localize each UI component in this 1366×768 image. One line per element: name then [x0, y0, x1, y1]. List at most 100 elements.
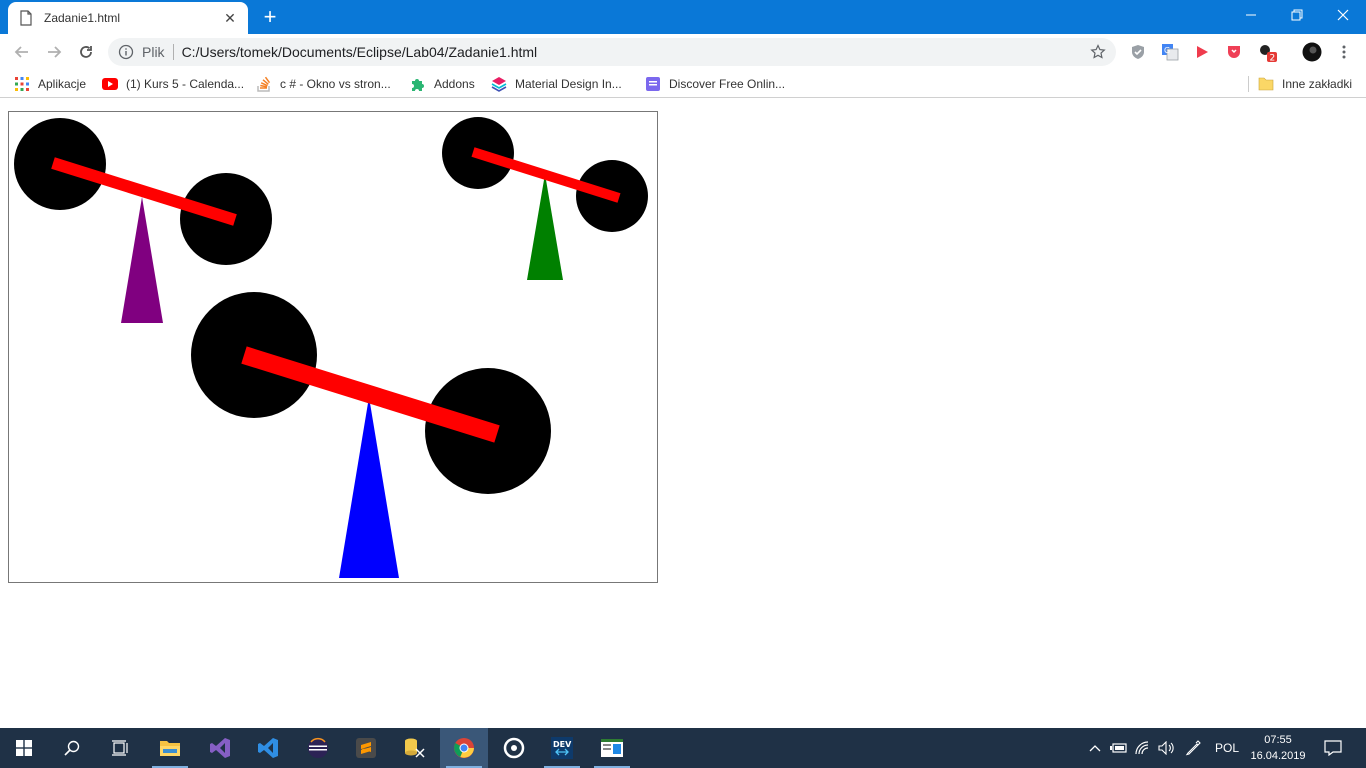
restore-icon [1291, 9, 1303, 21]
folder-icon [1258, 76, 1274, 92]
wifi-tray[interactable] [1132, 728, 1154, 768]
bookmark-label: c # - Okno vs stron... [280, 77, 391, 91]
profile-avatar[interactable] [1302, 42, 1322, 62]
title-bar: Zadanie1.html ✕ + [0, 0, 1366, 34]
extension-badge: 2 [1270, 54, 1276, 63]
bookmark-label: Addons [434, 77, 475, 91]
volume-tray[interactable] [1156, 728, 1178, 768]
scheme-label: Plik [142, 44, 165, 60]
fulcrum-purple [121, 197, 163, 323]
kebab-menu-icon [1342, 45, 1346, 59]
taskbar-db-tool[interactable] [390, 728, 438, 768]
battery-tray[interactable] [1108, 728, 1130, 768]
wifi-icon [1135, 741, 1149, 755]
pocket-icon [1228, 46, 1240, 58]
forward-button[interactable] [42, 40, 66, 64]
action-center-button[interactable] [1318, 728, 1348, 768]
bookmark-label: Aplikacje [38, 77, 87, 91]
puzzle-icon [410, 76, 426, 92]
arrow-left-icon [14, 46, 28, 58]
svg-text:DEV: DEV [553, 740, 572, 749]
translate-extension[interactable]: G [1160, 42, 1180, 62]
taskbar-devexpress[interactable]: DEV [538, 728, 586, 768]
bookmark-stackoverflow[interactable]: c # - Okno vs stron... [256, 75, 391, 93]
tab-title: Zadanie1.html [44, 11, 121, 25]
bookmark-addons[interactable]: Addons [410, 75, 475, 93]
page-content [0, 103, 1366, 728]
play-arrow-icon [1197, 46, 1208, 58]
pen-tray[interactable] [1182, 728, 1204, 768]
new-tab-button[interactable]: + [258, 6, 282, 30]
folder-icon [160, 741, 180, 756]
search-button[interactable] [48, 728, 96, 768]
drawing-canvas [8, 111, 658, 583]
bookmark-other-folder[interactable]: Inne zakładki [1258, 75, 1352, 93]
vscode-icon [258, 738, 278, 758]
minimize-icon [1246, 14, 1256, 16]
taskbar-vscode[interactable] [244, 728, 292, 768]
menu-button[interactable] [1334, 42, 1354, 62]
bookmark-discover[interactable]: Discover Free Onlin... [645, 75, 785, 93]
reload-button[interactable] [74, 40, 98, 64]
pocket-extension[interactable] [1224, 42, 1244, 62]
fulcrum-green [527, 174, 563, 280]
address-separator [172, 44, 174, 60]
close-window-button[interactable] [1320, 0, 1366, 30]
language-indicator[interactable]: POL [1210, 728, 1244, 768]
seesaw-scene [14, 117, 648, 578]
bookmark-aplikacje[interactable]: Aplikacje [14, 75, 86, 93]
restore-button[interactable] [1274, 0, 1320, 30]
layers-icon [491, 76, 507, 92]
taskbar-visual-studio[interactable] [196, 728, 244, 768]
eclipse-icon [308, 737, 328, 758]
info-icon[interactable] [118, 44, 134, 60]
visual-studio-icon [210, 738, 230, 758]
arrow-right-icon [48, 46, 62, 58]
bookmark-label: (1) Kurs 5 - Calenda... [126, 77, 245, 91]
windows-taskbar: DEV POL 07:55 16.04.2019 [0, 728, 1366, 768]
address-bar[interactable]: Plik C:/Users/tomek/Documents/Eclipse/La… [108, 38, 1116, 66]
database-tool-icon [405, 738, 425, 758]
notifications-extension[interactable]: 2 [1258, 42, 1278, 62]
pen-icon [1185, 740, 1201, 756]
avatar-icon [1302, 42, 1322, 62]
tray-expand-button[interactable] [1084, 728, 1106, 768]
battery-icon [1110, 743, 1127, 753]
chrome-icon [454, 738, 474, 758]
bookmark-kurs5[interactable]: (1) Kurs 5 - Calenda... [102, 75, 244, 93]
dev-icon: DEV [551, 737, 573, 759]
youtube-icon [102, 76, 118, 92]
shield-extension[interactable] [1128, 42, 1148, 62]
taskbar-window-app[interactable] [588, 728, 636, 768]
bookmark-material-design[interactable]: Material Design In... [491, 75, 622, 93]
ring-icon [503, 737, 525, 759]
taskbar-eclipse[interactable] [294, 728, 342, 768]
back-button[interactable] [10, 40, 34, 64]
taskbar-circle-app[interactable] [490, 728, 538, 768]
sublime-icon [356, 738, 376, 758]
stackoverflow-icon [256, 76, 272, 92]
balls-icon: 2 [1260, 45, 1277, 63]
reload-icon [80, 46, 92, 58]
task-view-icon [112, 740, 128, 756]
bookmark-label: Inne zakładki [1282, 77, 1353, 91]
bookmark-star-icon[interactable] [1090, 44, 1106, 60]
url-text[interactable]: C:/Users/tomek/Documents/Eclipse/Lab04/Z… [182, 44, 1090, 60]
bookmark-label: Material Design In... [515, 77, 622, 91]
start-button[interactable] [0, 728, 48, 768]
taskbar-chrome[interactable] [440, 728, 488, 768]
bookmark-label: Discover Free Onlin... [669, 77, 786, 91]
close-icon [1337, 9, 1349, 21]
taskbar-file-explorer[interactable] [146, 728, 194, 768]
svg-text:G: G [1164, 46, 1170, 55]
minimize-button[interactable] [1228, 0, 1274, 30]
clock[interactable]: 07:55 16.04.2019 [1250, 732, 1306, 764]
window-app-icon [601, 739, 623, 757]
document-icon [20, 10, 32, 26]
task-view-button[interactable] [96, 728, 144, 768]
close-tab-icon[interactable]: ✕ [222, 10, 238, 26]
windows-logo-icon [16, 740, 32, 756]
tab-zadanie1[interactable]: Zadanie1.html ✕ [8, 2, 248, 34]
play-extension[interactable] [1192, 42, 1212, 62]
taskbar-sublime[interactable] [342, 728, 390, 768]
